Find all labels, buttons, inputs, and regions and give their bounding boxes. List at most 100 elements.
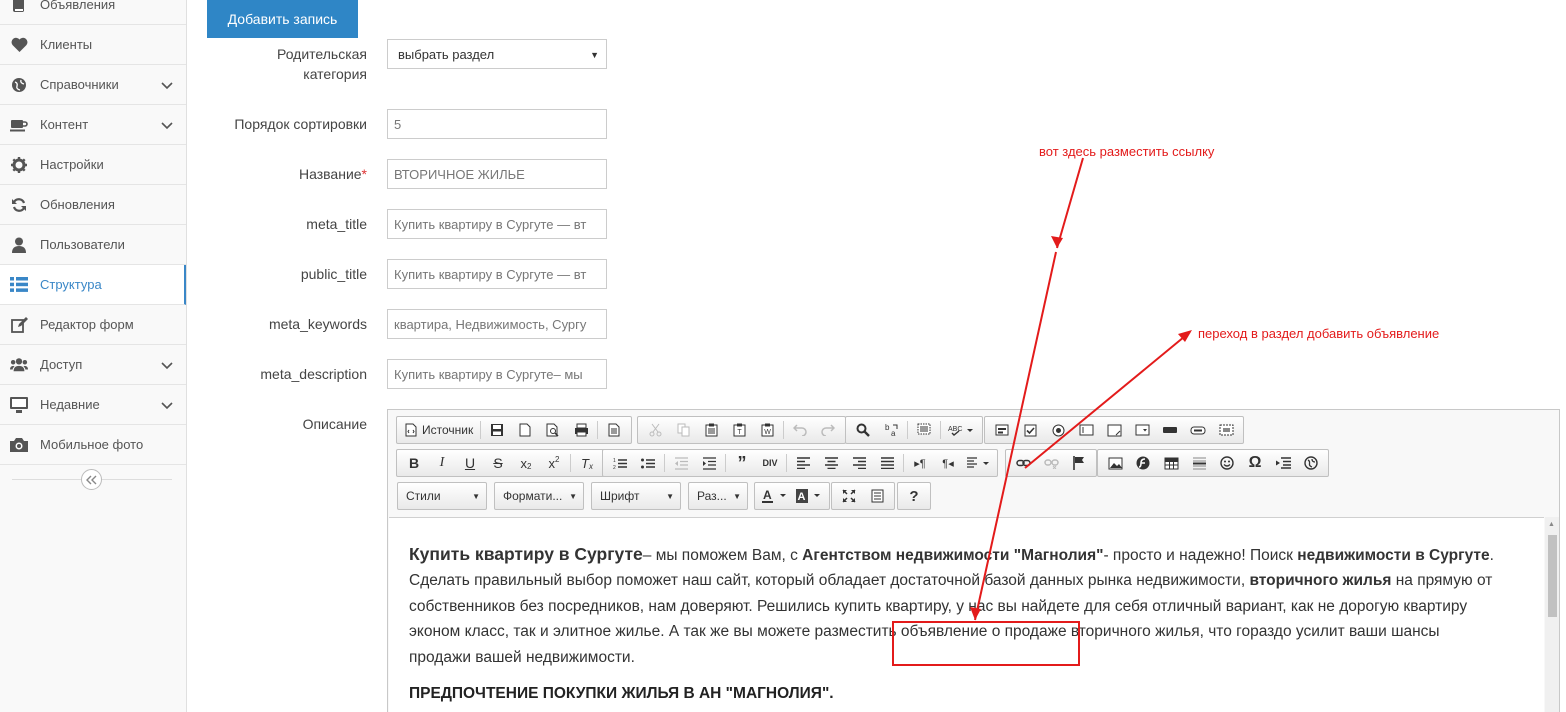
editor-scrollbar[interactable]: ▲ [1545, 517, 1559, 712]
anchor-flag-icon[interactable] [1065, 451, 1093, 475]
format-dropdown[interactable]: Формати... ▼ [494, 482, 584, 510]
sidebar-item-access[interactable]: Доступ [0, 345, 186, 385]
name-input[interactable]: ВТОРИЧНОЕ ЖИЛЬЕ [387, 159, 607, 189]
scrollbar-thumb[interactable] [1548, 535, 1557, 617]
meta-description-input[interactable]: Купить квартиру в Сургуте– мы [387, 359, 607, 389]
hidden-field-icon[interactable] [1212, 418, 1240, 442]
smiley-icon[interactable] [1213, 451, 1241, 475]
sidebar-item-recent[interactable]: Недавние [0, 385, 186, 425]
paste-icon[interactable] [697, 418, 725, 442]
print-icon[interactable] [567, 418, 595, 442]
sidebar-item-updates[interactable]: Обновления [0, 185, 186, 225]
cut-icon[interactable] [641, 418, 669, 442]
templates-icon[interactable] [600, 418, 628, 442]
scroll-up-icon[interactable]: ▲ [1548, 521, 1555, 528]
sidebar-item-content[interactable]: Контент [0, 105, 186, 145]
horizontal-rule-icon[interactable] [1185, 451, 1213, 475]
align-right-icon[interactable] [845, 451, 873, 475]
copy-icon[interactable] [669, 418, 697, 442]
page-break-icon[interactable] [1269, 451, 1297, 475]
sidebar-item-directories[interactable]: Справочники [0, 65, 186, 105]
text-color-icon[interactable]: A [758, 484, 792, 508]
gear-icon [10, 156, 28, 174]
blockquote-icon[interactable]: ” [728, 451, 756, 475]
bold-icon[interactable]: B [400, 451, 428, 475]
sidebar-item-structure[interactable]: Структура [0, 265, 186, 305]
italic-icon[interactable]: I [428, 451, 456, 475]
source-button[interactable]: Источник [400, 418, 478, 442]
link-icon[interactable] [1009, 451, 1037, 475]
chevron-down-icon[interactable] [160, 78, 174, 92]
double-chevron-left-icon[interactable] [81, 469, 102, 490]
sidebar-item-form-editor[interactable]: Редактор форм [0, 305, 186, 345]
text-direction-ltr-icon[interactable]: ▸¶ [906, 451, 934, 475]
add-record-button[interactable]: Добавить запись [207, 0, 358, 38]
maximize-icon[interactable] [835, 484, 863, 508]
meta-title-input[interactable]: Купить квартиру в Сургуте — вт [387, 209, 607, 239]
paste-text-icon[interactable]: T [725, 418, 753, 442]
public-title-input[interactable]: Купить квартиру в Сургуте — вт [387, 259, 607, 289]
font-dropdown[interactable]: Шрифт ▼ [591, 482, 681, 510]
meta-keywords-input[interactable]: квартира, Недвижимость, Сургу [387, 309, 607, 339]
subscript-icon[interactable]: x2 [512, 451, 540, 475]
textarea-icon[interactable] [1100, 418, 1128, 442]
text-field-icon[interactable] [1072, 418, 1100, 442]
select-all-icon[interactable] [910, 418, 938, 442]
superscript-icon[interactable]: x2 [540, 451, 568, 475]
paste-word-icon[interactable]: W [753, 418, 781, 442]
flash-icon[interactable] [1129, 451, 1157, 475]
help-button[interactable]: ? [900, 484, 928, 508]
indent-icon[interactable] [695, 451, 723, 475]
unlink-icon[interactable] [1037, 451, 1065, 475]
align-left-icon[interactable] [789, 451, 817, 475]
parent-category-select[interactable]: выбрать раздел ▼ [387, 39, 607, 69]
bulleted-list-icon[interactable] [634, 451, 662, 475]
editor-content-area[interactable]: Купить квартиру в Сургуте– мы поможем Ва… [389, 517, 1544, 712]
undo-icon[interactable] [786, 418, 814, 442]
dropdown-label: Раз... [697, 489, 727, 503]
language-icon[interactable] [962, 451, 994, 475]
svg-text:T: T [737, 429, 742, 436]
sidebar-item-label: Доступ [40, 357, 83, 372]
chevron-down-icon[interactable] [160, 398, 174, 412]
caret-down-icon: ▼ [569, 491, 577, 501]
strikethrough-icon[interactable]: S [484, 451, 512, 475]
redo-icon[interactable] [814, 418, 842, 442]
preview-icon[interactable] [539, 418, 567, 442]
sort-order-input[interactable]: 5 [387, 109, 607, 139]
underline-icon[interactable]: U [456, 451, 484, 475]
sidebar-item-users[interactable]: Пользователи [0, 225, 186, 265]
chevron-down-icon[interactable] [160, 118, 174, 132]
replace-icon[interactable]: ba [877, 418, 905, 442]
show-blocks-icon[interactable] [863, 484, 891, 508]
form-icon[interactable] [988, 418, 1016, 442]
sidebar-item-settings[interactable]: Настройки [0, 145, 186, 185]
background-color-icon[interactable]: A [792, 484, 826, 508]
chevron-down-icon[interactable] [160, 358, 174, 372]
text-direction-rtl-icon[interactable]: ¶◂ [934, 451, 962, 475]
new-page-icon[interactable] [511, 418, 539, 442]
radio-icon[interactable] [1044, 418, 1072, 442]
sidebar-item-ads[interactable]: Объявления [0, 0, 186, 25]
sidebar-item-clients[interactable]: Клиенты [0, 25, 186, 65]
styles-dropdown[interactable]: Стили ▼ [397, 482, 487, 510]
button-field-icon[interactable] [1156, 418, 1184, 442]
align-center-icon[interactable] [817, 451, 845, 475]
justify-icon[interactable] [873, 451, 901, 475]
table-icon[interactable] [1157, 451, 1185, 475]
outdent-icon[interactable] [667, 451, 695, 475]
spellcheck-icon[interactable]: ABC [943, 418, 979, 442]
select-field-icon[interactable] [1128, 418, 1156, 442]
special-char-icon[interactable]: Ω [1241, 451, 1269, 475]
checkbox-icon[interactable] [1016, 418, 1044, 442]
sidebar-item-mobile-photo[interactable]: Мобильное фото [0, 425, 186, 465]
image-button-icon[interactable] [1184, 418, 1212, 442]
save-icon[interactable] [483, 418, 511, 442]
size-dropdown[interactable]: Раз... ▼ [688, 482, 748, 510]
numbered-list-icon[interactable]: 12 [606, 451, 634, 475]
div-container-icon[interactable]: DIV [756, 451, 784, 475]
remove-format-icon[interactable]: Tx [573, 451, 601, 475]
image-icon[interactable] [1101, 451, 1129, 475]
find-icon[interactable] [849, 418, 877, 442]
iframe-globe-icon[interactable] [1297, 451, 1325, 475]
